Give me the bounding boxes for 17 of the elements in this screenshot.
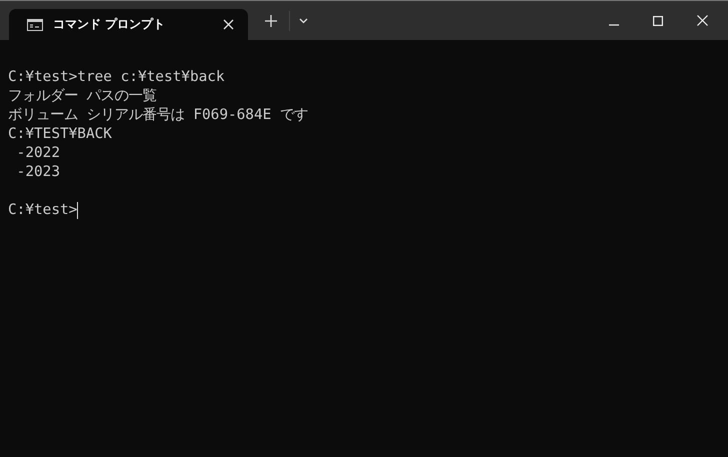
console-line: ボリューム シリアル番号は F069-684E です bbox=[8, 106, 308, 125]
new-tab-icon[interactable] bbox=[265, 15, 277, 27]
minimize-icon[interactable] bbox=[609, 24, 619, 26]
close-tab-icon[interactable] bbox=[223, 19, 234, 30]
command-prompt: C:¥test> bbox=[8, 201, 78, 220]
text-cursor bbox=[77, 202, 78, 219]
dropdown-icon[interactable] bbox=[299, 18, 308, 24]
console-line: C:¥TEST¥BACK bbox=[8, 125, 112, 144]
console-line: フォルダー パスの一覧 bbox=[8, 87, 157, 106]
console-line: C:¥test>tree c:¥test¥back bbox=[8, 68, 225, 87]
console-line: -2022 bbox=[16, 144, 60, 163]
tab[interactable]: コマンド プロンプト bbox=[9, 9, 248, 40]
maximize-icon[interactable] bbox=[653, 16, 663, 26]
tab-title: コマンド プロンプト bbox=[53, 16, 166, 33]
close-icon[interactable] bbox=[697, 15, 708, 26]
terminal-icon bbox=[27, 18, 43, 30]
console-line: -2023 bbox=[16, 163, 60, 182]
